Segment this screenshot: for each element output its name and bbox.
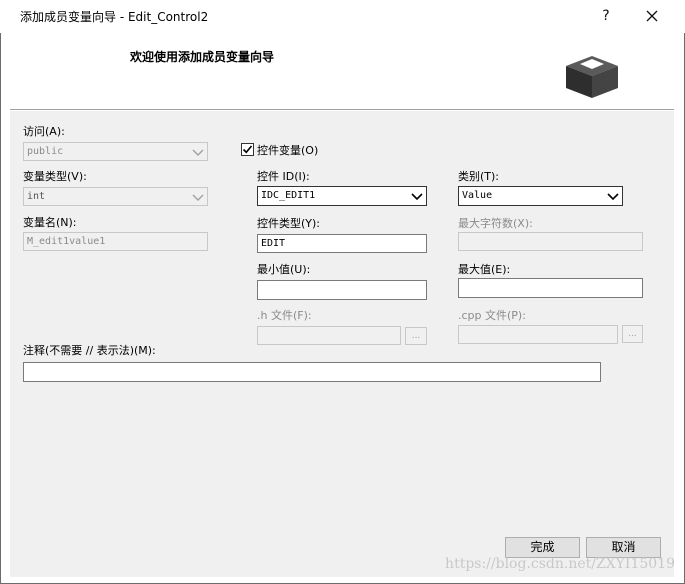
var-type-value: int: [27, 191, 46, 202]
chevron-down-icon: [191, 188, 205, 205]
h-file-browse-button: ...: [405, 327, 427, 345]
max-chars-field: [458, 232, 643, 251]
category-value: Value: [462, 190, 493, 201]
window-title: 添加成员变量向导 - Edit_Control2: [20, 10, 209, 24]
control-type-label: 控件类型(Y):: [257, 217, 321, 230]
cpp-file-label: .cpp 文件(P):: [458, 309, 526, 322]
control-id-value: IDC_EDIT1: [261, 190, 316, 201]
comment-field[interactable]: [23, 362, 601, 382]
watermark: https://blog.csdn.net/ZXYI15019: [445, 556, 675, 572]
control-type-value: EDIT: [261, 238, 286, 249]
h-file-label: .h 文件(F):: [257, 309, 312, 322]
comment-label: 注释(不需要 // 表示法)(M):: [23, 344, 156, 357]
var-type-combo: int: [23, 187, 208, 206]
control-var-checkbox[interactable]: [241, 143, 254, 156]
control-type-field: EDIT: [257, 234, 427, 253]
access-value: public: [27, 146, 64, 157]
max-chars-label: 最大字符数(X):: [458, 217, 533, 230]
chevron-down-icon: [191, 143, 205, 160]
max-value-field[interactable]: [458, 278, 643, 298]
welcome-heading: 欢迎使用添加成员变量向导: [130, 50, 275, 64]
access-label: 访问(A):: [23, 125, 65, 138]
max-value-label: 最大值(E):: [458, 263, 511, 276]
var-type-label: 变量类型(V):: [23, 170, 87, 183]
category-label: 类别(T):: [458, 170, 500, 183]
box-icon: [562, 52, 620, 100]
form-panel: [10, 111, 674, 521]
help-icon: ?: [602, 8, 610, 24]
min-value-label: 最小值(U):: [257, 263, 311, 276]
control-var-label: 控件变量(O): [257, 144, 319, 157]
finish-button[interactable]: 完成: [505, 537, 580, 558]
checkmark-icon: [242, 145, 253, 154]
control-id-label: 控件 ID(I):: [257, 170, 310, 183]
access-combo: public: [23, 142, 208, 161]
var-name-value: M_edit1value1: [27, 236, 106, 247]
chevron-down-icon: [410, 187, 424, 205]
help-button[interactable]: ?: [588, 5, 624, 27]
cpp-file-browse-button: ...: [622, 325, 643, 343]
control-id-combo[interactable]: IDC_EDIT1: [257, 186, 427, 206]
category-combo[interactable]: Value: [458, 186, 623, 206]
min-value-field[interactable]: [257, 280, 427, 300]
h-file-field: [257, 326, 401, 345]
close-button[interactable]: [634, 5, 670, 27]
var-name-field: M_edit1value1: [23, 232, 208, 251]
cpp-file-field: [458, 325, 618, 344]
chevron-down-icon: [606, 187, 620, 205]
cancel-button[interactable]: 取消: [586, 537, 661, 558]
var-name-label: 变量名(N):: [23, 216, 77, 229]
close-icon: [646, 10, 658, 22]
